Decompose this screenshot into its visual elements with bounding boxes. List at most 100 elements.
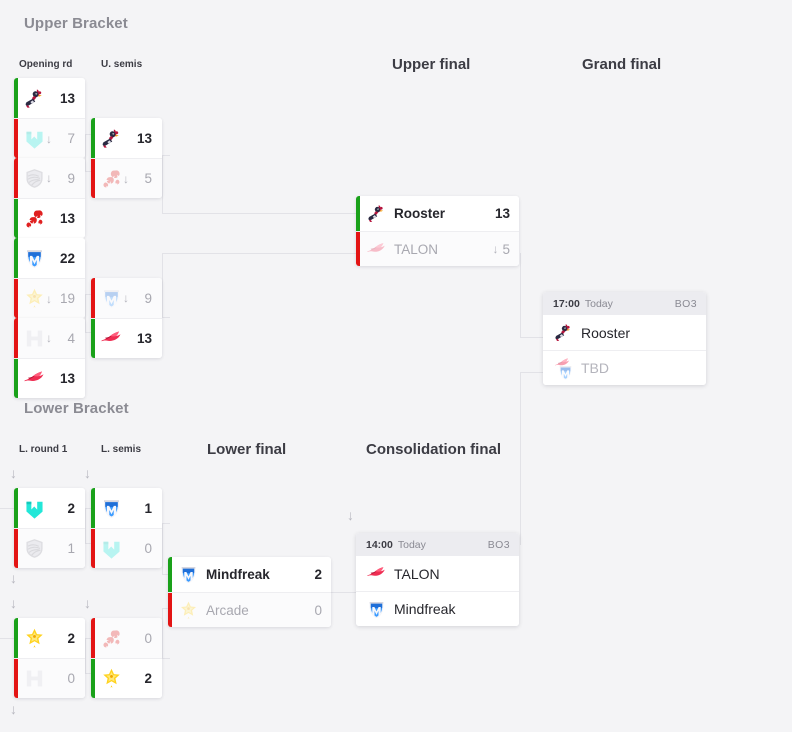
match-row-loser[interactable]: Hellions 0 (14, 658, 85, 698)
connector (331, 592, 357, 593)
match-card-ub-open-4[interactable]: Hellions ↓ 4 TALON 13 (14, 318, 85, 398)
match-row-loser[interactable]: Mindfreak ↓ 9 (91, 278, 162, 318)
team-logo-mindfreak (100, 287, 123, 310)
match-row-winner[interactable]: TALON 13 (91, 318, 162, 358)
result-bar-lose (91, 618, 95, 658)
match-row-winner[interactable]: Mindfreak 2 (168, 557, 331, 592)
match-card-ub-semi-1[interactable]: Rooster 13 Chiefs ↓ 5 (91, 118, 162, 198)
result-bar-lose (91, 159, 95, 198)
result-bar-win (14, 488, 18, 528)
match-time: 14:00 (366, 538, 393, 551)
team-name: TALON (394, 241, 439, 257)
match-card-lb-r1-2[interactable]: Arcade 2 Hellions 0 (14, 618, 85, 698)
score-wrap: 2 (46, 501, 75, 516)
match-row-winner[interactable]: Chiefs 13 (14, 198, 85, 238)
match-card-upper-final[interactable]: Rooster 13 TALON ↓ 5 (356, 196, 519, 266)
team-score: 13 (494, 206, 510, 221)
score-wrap: 13 (123, 131, 152, 146)
match-card-lower-final[interactable]: Mindfreak 2 Arcade 0 (168, 557, 331, 627)
drop-in-arrow-icon: ↓ (84, 595, 91, 611)
team-logo-rooster (23, 87, 46, 110)
match-row-team[interactable]: TALON (356, 556, 519, 591)
team-logo-groundzero (23, 537, 46, 560)
result-bar-lose (91, 529, 95, 568)
connector (162, 523, 163, 574)
match-card-ub-semi-2[interactable]: Mindfreak ↓ 9 TALON 13 (91, 278, 162, 358)
connector (520, 253, 521, 337)
match-card-lb-semi-2[interactable]: Chiefs 0 Arcade 2 (91, 618, 162, 698)
result-bar-win (91, 118, 95, 158)
result-bar-win (14, 359, 18, 398)
match-row-loser[interactable]: Arcade 0 (168, 592, 331, 627)
team-logo-mindfreak (178, 564, 199, 585)
result-bar-lose (14, 529, 18, 568)
score-wrap: 1 (123, 501, 152, 516)
match-row-loser[interactable]: Ground Zero ↓ 9 (14, 158, 85, 198)
round-label-upper-final: Upper final (392, 56, 471, 73)
score-wrap: ↓ 7 (46, 131, 75, 146)
match-row-winner[interactable]: Rooster 13 (14, 78, 85, 118)
team-logo-arcade (23, 627, 46, 650)
score-wrap: ↓ 9 (123, 291, 152, 306)
match-row-tbd[interactable]: TBD (543, 350, 706, 385)
team-logo-vertex (23, 497, 46, 520)
match-row-team[interactable]: Mindfreak (356, 591, 519, 626)
team-score: 19 (59, 291, 75, 306)
match-row-loser[interactable]: TALON ↓ 5 (356, 231, 519, 266)
match-day: Today (397, 538, 426, 551)
match-row-winner[interactable]: Mindfreak 1 (91, 488, 162, 528)
match-row-winner[interactable]: Vertex 2 (14, 488, 85, 528)
team-score: 0 (144, 630, 152, 646)
drop-in-arrow-icon: ↓ (10, 595, 17, 611)
match-row-winner[interactable]: TALON 13 (14, 358, 85, 398)
team-logo-talon (23, 367, 46, 390)
match-row-winner[interactable]: Arcade 2 (91, 658, 162, 698)
team-score: 2 (67, 630, 75, 646)
match-row-loser[interactable]: Chiefs ↓ 5 (91, 158, 162, 198)
team-score: 5 (144, 171, 152, 186)
bracket-page: Upper Bracket Opening rd U. semis Upper … (0, 0, 792, 732)
connector (0, 638, 14, 639)
result-bar-win (91, 488, 95, 528)
team-score: 13 (136, 331, 152, 346)
match-row-loser[interactable]: Vertex 0 (91, 528, 162, 568)
match-header: 17:00 Today BO3 (543, 292, 706, 315)
match-card-lb-semi-1[interactable]: Mindfreak 1 Vertex 0 (91, 488, 162, 568)
team-score: 0 (314, 602, 322, 618)
match-row-loser[interactable]: Hellions ↓ 4 (14, 318, 85, 358)
team-logo-talon (366, 239, 387, 260)
round-label-consolation-final: Consolidation final (366, 441, 501, 458)
connector (85, 294, 86, 332)
match-card-ub-open-3[interactable]: Mindfreak 22 Arcade ↓ 19 (14, 238, 85, 318)
team-logo-mindfreak (557, 363, 575, 381)
match-card-ub-open-1[interactable]: Rooster 13 Vertex ↓ 7 (14, 78, 85, 158)
team-logo-mindfreak (366, 599, 387, 620)
match-row-winner[interactable]: Rooster 13 (91, 118, 162, 158)
team-logo-chiefs (100, 627, 123, 650)
score-wrap: 13 (46, 91, 75, 106)
score-wrap: 13 (46, 211, 75, 226)
match-card-lb-r1-1[interactable]: Vertex 2 Ground Zero 1 (14, 488, 85, 568)
match-row-loser[interactable]: Arcade ↓ 19 (14, 278, 85, 318)
match-row-winner[interactable]: Rooster 13 (356, 196, 519, 231)
match-card-grand-final[interactable]: 17:00 Today BO3 Rooster TBD (543, 292, 706, 385)
match-row-loser[interactable]: Vertex ↓ 7 (14, 118, 85, 158)
score-wrap: ↓ 9 (46, 171, 75, 186)
connector (85, 638, 86, 673)
drop-in-arrow-icon: ↓ (10, 465, 17, 481)
team-score: 2 (314, 567, 322, 582)
team-score: 13 (59, 371, 75, 386)
match-card-consolation-final[interactable]: 14:00 Today BO3 TALON Mindfreak (356, 533, 519, 626)
match-row-loser[interactable]: Chiefs 0 (91, 618, 162, 658)
match-row-winner[interactable]: Mindfreak 22 (14, 238, 85, 278)
drop-in-arrow-icon: ↓ (347, 507, 354, 523)
score-wrap: 2 (123, 671, 152, 686)
team-score: 2 (67, 500, 75, 516)
match-card-ub-open-2[interactable]: Ground Zero ↓ 9 Chiefs 13 (14, 158, 85, 238)
match-row-winner[interactable]: Arcade 2 (14, 618, 85, 658)
match-row-team[interactable]: Rooster (543, 315, 706, 350)
result-bar-win (91, 659, 95, 698)
drop-down-icon: ↓ (46, 131, 52, 146)
drop-down-icon: ↓ (46, 331, 52, 345)
match-row-loser[interactable]: Ground Zero 1 (14, 528, 85, 568)
